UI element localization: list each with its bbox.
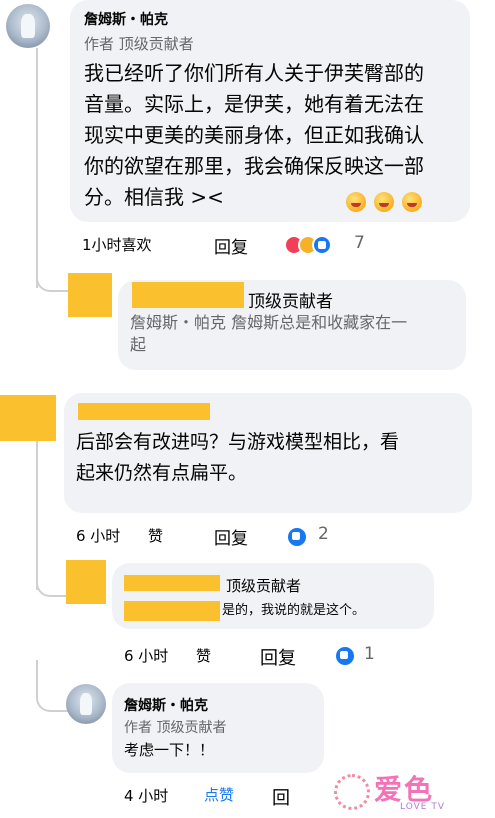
author-badge: 作者 顶级贡献者 (124, 720, 227, 736)
redacted-avatar (0, 395, 56, 441)
thread-connector-reply1 (36, 250, 68, 292)
redacted-avatar (66, 560, 106, 604)
redacted-text (124, 601, 220, 621)
reply-text: 考虑一下！！ (124, 741, 215, 759)
reply-button[interactable]: 回复 (214, 233, 248, 258)
laugh-emoji-icon (346, 192, 366, 212)
timestamp: 6 小时 (76, 527, 121, 545)
reply-text: 詹姆斯・帕克 詹姆斯总是和收藏家在一 起 (130, 313, 408, 354)
like-button[interactable]: 点赞 (204, 784, 234, 805)
comment-bubble: 詹姆斯・帕克 作者 顶级贡献者 我已经听了你们所有人关于伊芙臀部的 音量。实际上… (70, 0, 470, 222)
reaction-count[interactable]: 1 (364, 644, 375, 664)
redacted-name (124, 575, 220, 591)
watermark: 爱色 LOVE TV (330, 764, 490, 814)
thread-connector-reply2 (36, 545, 68, 597)
like-reaction-icon[interactable] (312, 235, 332, 255)
author-avatar[interactable] (6, 4, 50, 48)
reply-button[interactable]: 回复 (260, 644, 296, 670)
comment-author[interactable]: 詹姆斯・帕克 (124, 695, 208, 715)
comment-text: 后部会有改进吗？与游戏模型相比，看 起来仍然有点扁平。 (76, 431, 400, 484)
comment-author[interactable]: 詹姆斯・帕克 (84, 9, 168, 29)
author-badge: 顶级贡献者 (248, 292, 333, 312)
laugh-emoji-icon (402, 192, 422, 212)
reply-button[interactable]: 回 (272, 784, 290, 810)
author-badge: 作者 顶级贡献者 (84, 35, 194, 53)
thread-connector-reply3 (36, 660, 68, 712)
laugh-emoji-icon (374, 192, 394, 212)
author-avatar[interactable] (66, 684, 106, 724)
author-badge: 顶级贡献者 (226, 577, 302, 595)
reply-bubble: 顶级贡献者 詹姆斯・帕克 詹姆斯总是和收藏家在一 起 (118, 280, 466, 370)
reaction-count[interactable]: 2 (318, 524, 329, 544)
like-button[interactable]: 赞 (196, 645, 211, 666)
comment-text: 我已经听了你们所有人关于伊芙臀部的 音量。实际上，是伊芙，她有着无法在 现实中更… (84, 61, 424, 209)
comment-bubble: 后部会有改进吗？与游戏模型相比，看 起来仍然有点扁平。 (64, 393, 472, 513)
watermark-logo-icon (334, 774, 370, 810)
timestamp: 4 小时 (124, 787, 169, 805)
redacted-name (78, 403, 210, 420)
reaction-count[interactable]: 7 (354, 233, 365, 253)
redacted-avatar (68, 273, 112, 317)
like-reaction-icon[interactable] (334, 645, 356, 667)
like-button[interactable]: 赞 (148, 525, 163, 546)
time-like-link[interactable]: 1小时喜欢 (82, 234, 152, 255)
redacted-name (132, 282, 244, 308)
reply-button[interactable]: 回复 (214, 524, 248, 549)
reply-bubble: 詹姆斯・帕克 作者 顶级贡献者 考虑一下！！ (112, 683, 324, 773)
reply-bubble: 顶级贡献者 是的，我说的就是这个。 (112, 563, 434, 629)
timestamp: 6 小时 (124, 647, 169, 665)
like-reaction-icon[interactable] (286, 526, 308, 548)
reply-text: 是的，我说的就是这个。 (222, 603, 366, 618)
watermark-sub: LOVE TV (400, 802, 445, 812)
